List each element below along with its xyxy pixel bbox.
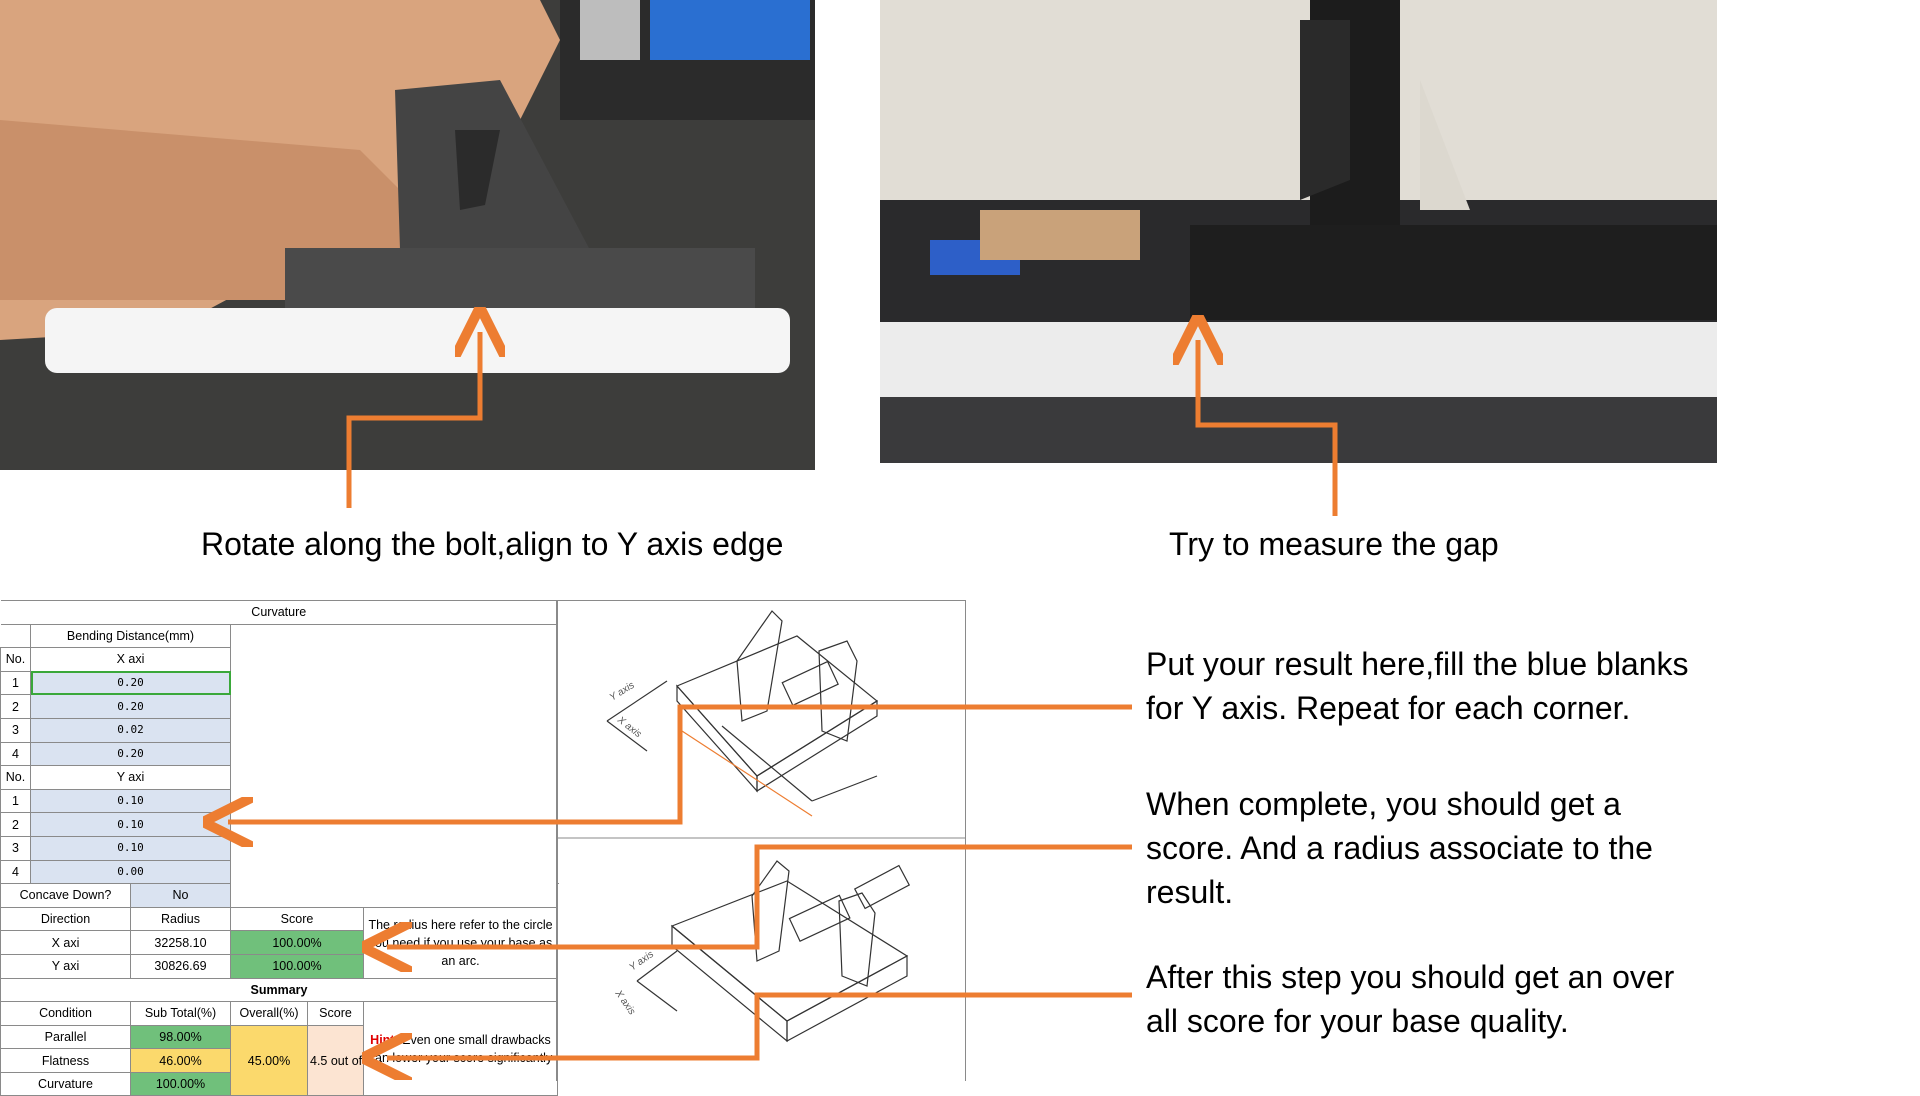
note-overall-score: After this step you should get an over a… — [1146, 959, 1675, 1039]
y-axis-label: Y axis — [608, 680, 637, 704]
caption-rotate-along-bolt: Rotate along the bolt,align to Y axis ed… — [201, 526, 784, 562]
caption-measure-gap: Try to measure the gap — [1169, 526, 1499, 562]
row-number: 1 — [0, 670, 31, 696]
overall-percent: 45.00% — [230, 1024, 308, 1096]
summary-subtotal: 46.00% — [130, 1048, 231, 1073]
result-direction: Y axi — [0, 953, 131, 979]
summary-condition: Curvature — [0, 1071, 131, 1096]
result-direction: X axi — [0, 930, 131, 955]
row-number: 3 — [0, 835, 31, 861]
summary-title: Summary — [0, 977, 558, 1003]
subtotal-header: Sub Total(%) — [130, 1001, 231, 1026]
base-drawing-bottom — [636, 860, 911, 1043]
no-header: No. — [0, 765, 31, 790]
base-drawings-panel: Y axis X axis Y axis X axis — [556, 600, 966, 1081]
overall-header: Overall(%) — [230, 1001, 308, 1026]
sheet-title: Curvature — [0, 600, 558, 625]
y-axis-input-cell[interactable]: 0.00 — [30, 859, 231, 885]
y-axis-header: Y axi — [30, 765, 231, 790]
row-number: 2 — [0, 694, 31, 719]
photo-bolt-rotation-illustration — [0, 0, 815, 470]
result-score: 100.00% — [230, 953, 364, 979]
row-number: 3 — [0, 717, 31, 743]
y-axis-input-cell[interactable]: 0.10 — [30, 835, 231, 861]
hint-note: Hint: Even one small drawbacks can lower… — [363, 1001, 558, 1096]
base-drawing-top — [606, 610, 879, 817]
overall-score: 4.5 out of 10 — [307, 1024, 364, 1096]
x-axis-label-bottom: X axis — [612, 988, 637, 1017]
x-axis-input-cell[interactable]: 0.02 — [30, 717, 231, 743]
y-axis-input-cell[interactable]: 0.10 — [30, 812, 231, 837]
x-axis-header: X axi — [30, 647, 231, 672]
row-number: 1 — [0, 788, 31, 814]
bending-distance-header: Bending Distance(mm) — [30, 623, 231, 649]
concave-down-input[interactable]: No — [130, 883, 231, 908]
photo-gap-measurement — [880, 0, 1717, 463]
row-number: 4 — [0, 741, 31, 767]
direction-header: Direction — [0, 906, 131, 932]
concave-down-label: Concave Down? — [0, 883, 131, 908]
summary-score-header: Score — [307, 1001, 364, 1026]
summary-condition: Flatness — [0, 1048, 131, 1073]
radius-note: The radius here refer to the circle you … — [363, 906, 558, 979]
x-axis-input-cell[interactable]: 0.20 — [30, 670, 231, 696]
hint-label: Hint: — [370, 1032, 399, 1047]
photo-gap-measurement-illustration — [880, 0, 1717, 463]
summary-condition: Parallel — [0, 1024, 131, 1050]
curvature-table: Curvature Bending Distance(mm) No. X axi… — [0, 600, 558, 1096]
result-radius: 30826.69 — [130, 953, 231, 979]
x-axis-label: X axis — [614, 714, 643, 740]
score-header: Score — [230, 906, 364, 932]
x-axis-input-cell[interactable]: 0.20 — [30, 694, 231, 719]
row-number: 4 — [0, 859, 31, 885]
radius-header: Radius — [130, 906, 231, 932]
x-axis-input-cell[interactable]: 0.20 — [30, 741, 231, 767]
y-axis-input-cell[interactable]: 0.10 — [30, 788, 231, 814]
curvature-spreadsheet: Curvature Bending Distance(mm) No. X axi… — [0, 600, 558, 1096]
note-fill-blue-blanks: Put your result here,fill the blue blank… — [1146, 646, 1689, 726]
photo-bolt-rotation — [0, 0, 815, 470]
base-isometric-drawings: Y axis X axis Y axis X axis — [557, 610, 965, 1043]
summary-subtotal: 98.00% — [130, 1024, 231, 1050]
no-header: No. — [0, 647, 31, 672]
note-score-and-radius: When complete, you should get a score. A… — [1146, 786, 1653, 910]
row-number: 2 — [0, 812, 31, 837]
result-score: 100.00% — [230, 930, 364, 955]
result-radius: 32258.10 — [130, 930, 231, 955]
summary-subtotal: 100.00% — [130, 1071, 231, 1096]
condition-header: Condition — [0, 1001, 131, 1026]
